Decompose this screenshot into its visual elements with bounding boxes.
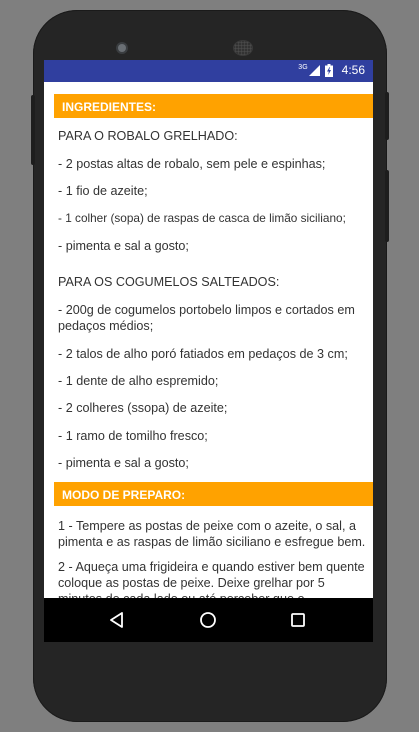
list-item: - pimenta e sal a gosto; [58,239,189,253]
cogumelos-title: PARA OS COGUMELOS SALTEADOS: [58,275,280,289]
list-item: - 2 talos de alho poró fatiados em pedaç… [58,347,348,361]
list-item: - 2 postas altas de robalo, sem pele e e… [58,157,326,171]
side-button [385,170,389,242]
list-item: - 1 colher (sopa) de raspas de casca de … [58,211,346,225]
recipe-content[interactable]: INGREDIENTES: PARA O ROBALO GRELHADO: - … [44,82,373,598]
back-icon[interactable] [106,609,128,631]
preparo-header: MODO DE PREPARO: [54,482,373,506]
ingredients-header: INGREDIENTES: [54,94,373,118]
clock: 4:56 [341,63,365,77]
preparo-step: 1 - Tempere as postas de peixe com o aze… [58,519,366,549]
status-bar: 3G 4:56 [44,60,373,82]
power-button [385,92,389,140]
signal-icon [308,64,320,76]
front-camera [118,44,126,52]
network-type: 3G [298,63,308,71]
preparo-step: 2 - Aqueça uma frigideira e quando estiv… [58,560,365,598]
navigation-bar [44,598,373,642]
home-icon[interactable] [197,609,219,631]
list-item: - 200g de cogumelos portobelo limpos e c… [58,303,355,333]
earpiece-speaker [233,40,253,56]
list-item: - 1 dente de alho espremido; [58,374,219,388]
list-item: - 1 fio de azeite; [58,184,148,198]
battery-icon [324,63,333,77]
list-item: - 2 colheres (ssopa) de azeite; [58,401,228,415]
status-icons: 3G 4:56 [298,63,365,77]
robalo-title: PARA O ROBALO GRELHADO: [58,129,238,143]
list-item: - pimenta e sal a gosto; [58,456,189,470]
device-screen: 3G 4:56 INGREDIENTES: PARA O ROBALO GREL… [44,60,373,642]
recent-apps-icon[interactable] [287,609,309,631]
list-item: - 1 ramo de tomilho fresco; [58,429,208,443]
volume-button [31,95,35,165]
